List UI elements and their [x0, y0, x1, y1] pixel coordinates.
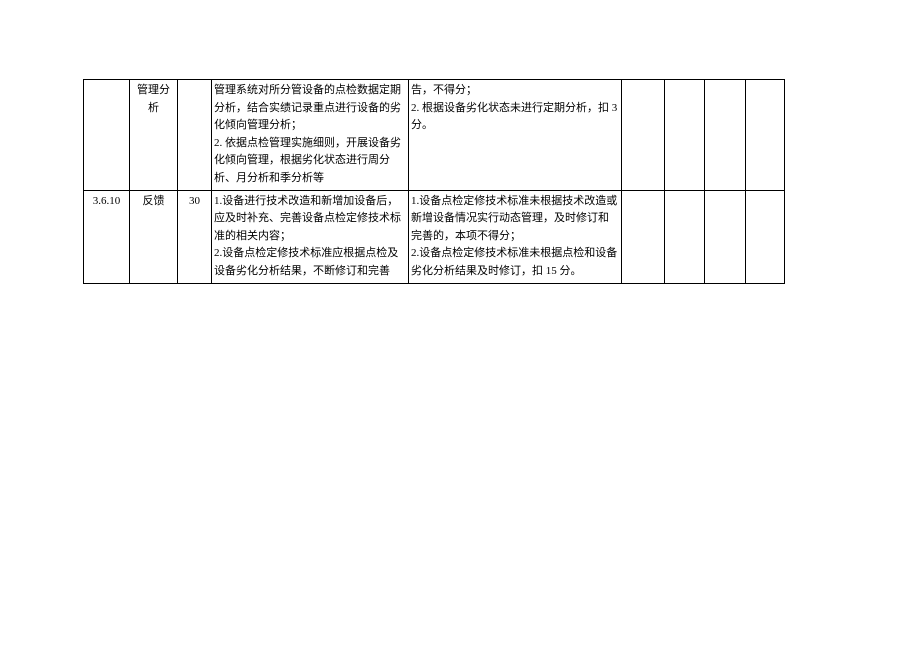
cell-desc: 1.设备进行技术改造和新增加设备后，应及时补充、完善设备点检定修技术标准的相关内… — [212, 190, 409, 283]
cell-name: 管理分析 — [130, 80, 178, 191]
cell-id: 3.6.10 — [84, 190, 130, 283]
cell-blank — [705, 80, 746, 191]
cell-blank — [746, 190, 785, 283]
cell-score: 30 — [178, 190, 212, 283]
cell-id — [84, 80, 130, 191]
table-row: 管理分析 管理系统对所分管设备的点检数据定期分析，结合实绩记录重点进行设备的劣化… — [84, 80, 785, 191]
cell-score — [178, 80, 212, 191]
cell-blank — [705, 190, 746, 283]
cell-rule: 告，不得分；2. 根据设备劣化状态未进行定期分析，扣 3 分。 — [409, 80, 622, 191]
cell-blank — [665, 190, 705, 283]
standards-table: 管理分析 管理系统对所分管设备的点检数据定期分析，结合实绩记录重点进行设备的劣化… — [83, 79, 785, 284]
table-row: 3.6.10 反馈 30 1.设备进行技术改造和新增加设备后，应及时补充、完善设… — [84, 190, 785, 283]
cell-rule: 1.设备点检定修技术标准未根据技术改造或新增设备情况实行动态管理，及时修订和完善… — [409, 190, 622, 283]
cell-blank — [665, 80, 705, 191]
cell-blank — [746, 80, 785, 191]
cell-blank — [622, 80, 665, 191]
cell-desc: 管理系统对所分管设备的点检数据定期分析，结合实绩记录重点进行设备的劣化倾向管理分… — [212, 80, 409, 191]
cell-blank — [622, 190, 665, 283]
cell-name: 反馈 — [130, 190, 178, 283]
